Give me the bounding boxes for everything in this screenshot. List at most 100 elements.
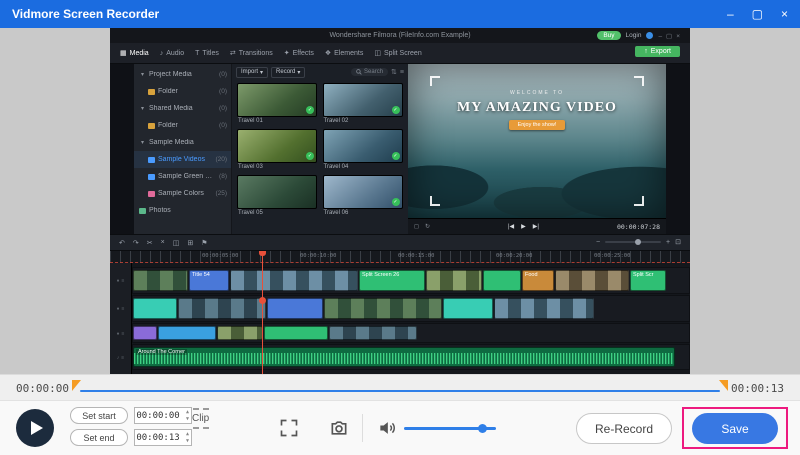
grid-icon: ⊞ xyxy=(187,239,193,247)
clip-label: Clip xyxy=(192,413,209,424)
filmora-player: WELCOME TO MY AMAZING VIDEO Enjoy the sh… xyxy=(408,64,666,234)
filmora-main: ▾ Project Media (0) Folder (0) ▾ xyxy=(110,64,690,234)
item-count: (25) xyxy=(215,190,227,197)
zoom-slider xyxy=(605,241,661,243)
thumbnail-image: ✓ xyxy=(323,129,403,163)
play-button[interactable] xyxy=(16,409,54,447)
scissors-icon: ✂ xyxy=(147,239,153,247)
play-icon: ▶ xyxy=(521,223,526,230)
timeline-clip xyxy=(443,298,493,319)
chevron-down-icon: ▾ xyxy=(260,69,263,76)
check-icon: ✓ xyxy=(306,106,314,114)
screenshot-button[interactable] xyxy=(326,415,352,441)
media-thumbnail: ✓ Travel 01 xyxy=(237,83,317,124)
start-time-field[interactable]: 00:00:00 ▲▼ xyxy=(134,407,192,424)
end-time-field[interactable]: 00:00:13 ▲▼ xyxy=(134,429,192,446)
media-thumbnail: ✓ Travel 03 xyxy=(237,129,317,170)
filmora-import-button: Import▾ xyxy=(236,67,268,78)
fullscreen-button[interactable] xyxy=(276,415,302,441)
crop-corner-icon xyxy=(430,196,440,206)
thumbnail-image: ✓ xyxy=(237,175,317,209)
timeline-clip xyxy=(267,298,323,319)
check-icon: ✓ xyxy=(392,106,400,114)
clip-control: Clip xyxy=(192,408,209,429)
spinner-up-icon[interactable]: ▲ xyxy=(186,431,189,438)
recorded-video-frame: Wondershare Filmora (FileInfo.com Exampl… xyxy=(110,28,690,374)
filmora-transport-bar: ◻ ↻ |◀ ▶ ▶| 00:00:07:28 xyxy=(408,218,666,234)
filmora-nav-tabs: ▦ Media ♪ Audio T Titles ⇄ xyxy=(110,43,690,64)
filmora-sidebar-item: Photos xyxy=(134,202,231,219)
track-heads: ●≡ ●≡ ●≡ ♪≡ xyxy=(110,263,132,374)
set-end-button[interactable]: Set end xyxy=(70,429,128,446)
trim-dash-icon xyxy=(193,408,209,410)
check-icon: ✓ xyxy=(392,198,400,206)
filmora-nav-tab: ▦ Media xyxy=(120,49,149,57)
filmora-sidebar: ▾ Project Media (0) Folder (0) ▾ xyxy=(134,64,232,234)
trim-bar: 00:00:00 00:00:13 xyxy=(0,374,800,400)
zoom-knob xyxy=(635,239,641,245)
crop-corner-icon xyxy=(634,76,644,86)
video-pretitle: WELCOME TO xyxy=(510,90,564,96)
item-count: (20) xyxy=(215,156,227,163)
spinner-up-icon[interactable]: ▲ xyxy=(186,409,189,416)
play-icon xyxy=(31,421,43,435)
trim-end-handle[interactable] xyxy=(719,380,728,391)
minimize-icon[interactable]: – xyxy=(727,7,734,21)
volume-button[interactable] xyxy=(374,415,400,441)
filmora-sidebar-item: ▾ Sample Media xyxy=(134,134,231,151)
filmora-login-link: Login xyxy=(626,32,642,39)
chevron-icon: ▾ xyxy=(139,106,146,112)
timeline-clip xyxy=(158,326,216,340)
crop-corner-icon xyxy=(430,76,440,86)
transitions-icon: ⇄ xyxy=(230,49,236,57)
flag-icon: ⚑ xyxy=(201,239,207,247)
split-icon: ◫ xyxy=(374,49,381,57)
timeline-clip xyxy=(483,270,521,291)
close-icon[interactable]: × xyxy=(781,7,788,21)
playhead-handle-icon xyxy=(259,297,266,304)
filmora-record-button: Record▾ xyxy=(271,67,305,78)
redo-icon: ↷ xyxy=(133,239,139,247)
trim-slider[interactable] xyxy=(80,390,720,392)
video-title: MY AMAZING VIDEO xyxy=(457,100,617,116)
titles-icon: T xyxy=(195,50,199,57)
audio-track: Around The Corner xyxy=(132,344,690,370)
timeline-clip xyxy=(494,298,594,319)
item-count: (0) xyxy=(219,122,227,129)
save-button[interactable]: Save xyxy=(692,413,778,444)
timeline-clip: Split Screen 26 xyxy=(359,270,425,291)
timeline-ruler: 00:00:05:00 00:00:10:00 00:00:15:00 00:0… xyxy=(110,251,690,263)
maximize-icon[interactable]: ▢ xyxy=(752,7,763,21)
filmora-nav-tab: ❖ Elements xyxy=(325,49,363,57)
thumbnail-label: Travel 02 xyxy=(323,117,403,124)
volume-slider[interactable] xyxy=(404,427,496,430)
timeline-clip xyxy=(329,326,417,340)
item-count: (0) xyxy=(219,88,227,95)
filmora-window-controls: –▢× xyxy=(658,32,684,40)
filmora-timeline: ●≡ ●≡ ●≡ ♪≡ Title 54 xyxy=(110,263,690,374)
camera-icon xyxy=(329,418,349,438)
app-titlebar: Vidmore Screen Recorder – ▢ × xyxy=(0,0,800,28)
thumbnail-label: Travel 01 xyxy=(237,117,317,124)
timecode-label: 00:00:20:00 xyxy=(496,253,532,259)
timeline-playhead xyxy=(262,251,263,374)
crop-corner-icon xyxy=(634,196,644,206)
next-frame-icon: ▶| xyxy=(533,223,539,230)
trim-start-handle[interactable] xyxy=(72,380,81,391)
preview-area: Wondershare Filmora (FileInfo.com Exampl… xyxy=(0,28,800,374)
timeline-clip xyxy=(133,270,188,291)
volume-knob[interactable] xyxy=(478,424,487,433)
filmora-search-input: Search xyxy=(351,68,388,76)
zoom-in-icon: + xyxy=(666,239,670,246)
spinner-down-icon[interactable]: ▼ xyxy=(186,416,189,423)
track-head-icons: ●≡ xyxy=(110,323,131,344)
set-start-button[interactable]: Set start xyxy=(70,407,128,424)
delete-icon: × xyxy=(161,239,165,246)
spinner-down-icon[interactable]: ▼ xyxy=(186,438,189,445)
sort-icon: ⇅ xyxy=(391,68,397,76)
elements-icon: ❖ xyxy=(325,49,331,57)
rerecord-button[interactable]: Re-Record xyxy=(576,413,672,444)
media-icon: ▦ xyxy=(120,49,127,57)
undo-icon: ↶ xyxy=(119,239,125,247)
media-thumbnail: ✓ Travel 02 xyxy=(323,83,403,124)
